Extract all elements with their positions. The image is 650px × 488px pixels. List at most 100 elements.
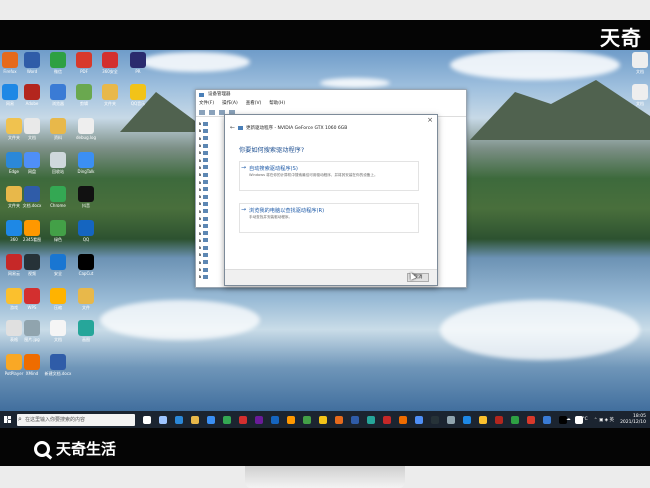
desktop-icon[interactable]: Adobe	[18, 84, 46, 106]
desktop-icon[interactable]: Word	[18, 52, 46, 74]
desktop-icon[interactable]: 文档	[18, 118, 46, 140]
expand-arrow-icon[interactable]	[199, 217, 201, 220]
taskbar-app-icon[interactable]	[271, 415, 279, 424]
taskbar-app-icon[interactable]	[431, 415, 439, 424]
expand-arrow-icon[interactable]	[199, 253, 201, 257]
taskbar-app-icon[interactable]	[223, 415, 231, 424]
close-icon[interactable]: ×	[427, 116, 433, 124]
expand-arrow-icon[interactable]	[199, 209, 201, 213]
expand-arrow-icon[interactable]	[199, 151, 201, 155]
desktop-icon[interactable]: PR	[124, 52, 152, 74]
clock[interactable]: 18:05 2021/12/10	[620, 414, 646, 426]
expand-arrow-icon[interactable]	[199, 122, 201, 126]
desktop-icon[interactable]: 文档	[626, 52, 650, 74]
taskbar-app-icon[interactable]	[143, 415, 151, 424]
device-tree-item[interactable]	[199, 193, 219, 200]
desktop-icon[interactable]: 网盘	[18, 152, 46, 174]
device-tree-item[interactable]	[199, 178, 219, 185]
device-tree-item[interactable]	[199, 251, 219, 258]
desktop-icon[interactable]: 图片.jpg	[18, 320, 46, 342]
taskbar-app-icon[interactable]	[175, 415, 183, 424]
browse-computer-option[interactable]: 浏览我的电脑以查找驱动程序(R) 手动查找并安装驱动程序。	[239, 203, 419, 233]
expand-arrow-icon[interactable]	[199, 165, 201, 169]
taskbar-app-icon[interactable]	[543, 415, 551, 424]
desktop-icon[interactable]: 资料	[44, 118, 72, 140]
taskbar-app-icon[interactable]	[335, 415, 343, 424]
device-tree-item[interactable]	[199, 164, 219, 171]
taskbar-app-icon[interactable]	[303, 415, 311, 424]
desktop-icon[interactable]: 绿色	[44, 220, 72, 242]
taskbar-app-icon[interactable]	[495, 415, 503, 424]
expand-arrow-icon[interactable]	[199, 238, 201, 242]
desktop-icon[interactable]: CapCut	[72, 254, 100, 276]
desktop-icon[interactable]: 2345看图	[18, 220, 46, 242]
taskbar-app-icon[interactable]	[447, 415, 455, 424]
device-tree-item[interactable]	[199, 215, 219, 222]
update-driver-dialog[interactable]: × ← 更新驱动程序 - NVIDIA GeForce GTX 1060 6GB…	[224, 114, 438, 286]
tray-icons[interactable]: ⌃ ▣ ◈ 英	[594, 417, 614, 423]
device-tree-item[interactable]	[199, 208, 219, 215]
expand-arrow-icon[interactable]	[199, 195, 201, 199]
device-tree-item[interactable]	[199, 142, 219, 149]
menu-action[interactable]: 操作(A)	[222, 100, 238, 108]
desktop-icon[interactable]: 文档	[626, 84, 650, 106]
taskbar-app-icon[interactable]	[319, 415, 327, 424]
device-tree-item[interactable]	[199, 259, 219, 266]
expand-arrow-icon[interactable]	[199, 268, 201, 272]
device-tree-item[interactable]	[199, 156, 219, 163]
desktop-icon[interactable]: 压缩	[44, 288, 72, 310]
desktop-icon[interactable]: 画图	[72, 320, 100, 342]
desktop-icon[interactable]: QQ音乐	[124, 84, 152, 106]
device-tree-item[interactable]	[199, 222, 219, 229]
taskbar-app-icon[interactable]	[463, 415, 471, 424]
device-tree-item[interactable]	[199, 171, 219, 178]
expand-arrow-icon[interactable]	[199, 129, 201, 133]
desktop-icon[interactable]: Chrome	[44, 186, 72, 208]
expand-arrow-icon[interactable]	[199, 158, 201, 162]
desktop-icon[interactable]: 文件夹	[96, 84, 124, 106]
expand-arrow-icon[interactable]	[199, 224, 201, 228]
desktop-icon[interactable]: 文档.docx	[18, 186, 46, 208]
taskbar-app-icon[interactable]	[415, 415, 423, 424]
desktop-icon[interactable]: 微信	[44, 52, 72, 74]
expand-arrow-icon[interactable]	[199, 144, 201, 148]
menu-help[interactable]: 帮助(H)	[269, 100, 285, 108]
forward-icon[interactable]	[209, 109, 215, 115]
device-tree-item[interactable]	[199, 266, 219, 273]
expand-arrow-icon[interactable]	[199, 231, 201, 235]
device-tree-item[interactable]	[199, 237, 219, 244]
expand-arrow-icon[interactable]	[199, 275, 201, 279]
device-tree-item[interactable]	[199, 127, 219, 134]
taskbar-app-icon[interactable]	[383, 415, 391, 424]
start-icon[interactable]	[4, 416, 11, 423]
taskbar-app-icon[interactable]	[207, 415, 215, 424]
desktop-icon[interactable]: DingTalk	[72, 152, 100, 174]
taskbar-app-icon[interactable]	[239, 415, 247, 424]
taskbar-app-icon[interactable]	[527, 415, 535, 424]
desktop-icon[interactable]: 浏览器	[44, 84, 72, 106]
desktop-icon[interactable]: WPS	[18, 288, 46, 310]
taskbar-app-icon[interactable]	[191, 415, 199, 424]
taskbar-app-icon[interactable]	[399, 415, 407, 424]
expand-arrow-icon[interactable]	[199, 136, 201, 140]
desktop-icon[interactable]: 回收站	[44, 152, 72, 174]
desktop-icon[interactable]: 360安全	[96, 52, 124, 74]
desktop-icon[interactable]: 剪辑	[70, 84, 98, 106]
expand-arrow-icon[interactable]	[199, 260, 201, 264]
menu-file[interactable]: 文件(F)	[199, 100, 214, 108]
desktop-icon[interactable]: 文档	[44, 320, 72, 342]
desktop-icon[interactable]: 安全	[44, 254, 72, 276]
back-arrow-icon[interactable]: ←	[230, 124, 235, 131]
device-tree-item[interactable]	[199, 120, 219, 127]
menu-view[interactable]: 查看(V)	[246, 100, 262, 108]
taskbar-app-icon[interactable]	[351, 415, 359, 424]
taskbar-app-icon[interactable]	[479, 415, 487, 424]
back-icon[interactable]	[199, 109, 205, 115]
desktop-icon[interactable]: 新建文档.docx	[44, 354, 72, 376]
expand-arrow-icon[interactable]	[199, 180, 201, 184]
weather-icon[interactable]: ☁	[566, 417, 571, 422]
taskbar-app-icon[interactable]	[255, 415, 263, 424]
taskbar-app-icon[interactable]	[367, 415, 375, 424]
taskbar-app-icon[interactable]	[287, 415, 295, 424]
desktop-icon[interactable]: 视频	[18, 254, 46, 276]
